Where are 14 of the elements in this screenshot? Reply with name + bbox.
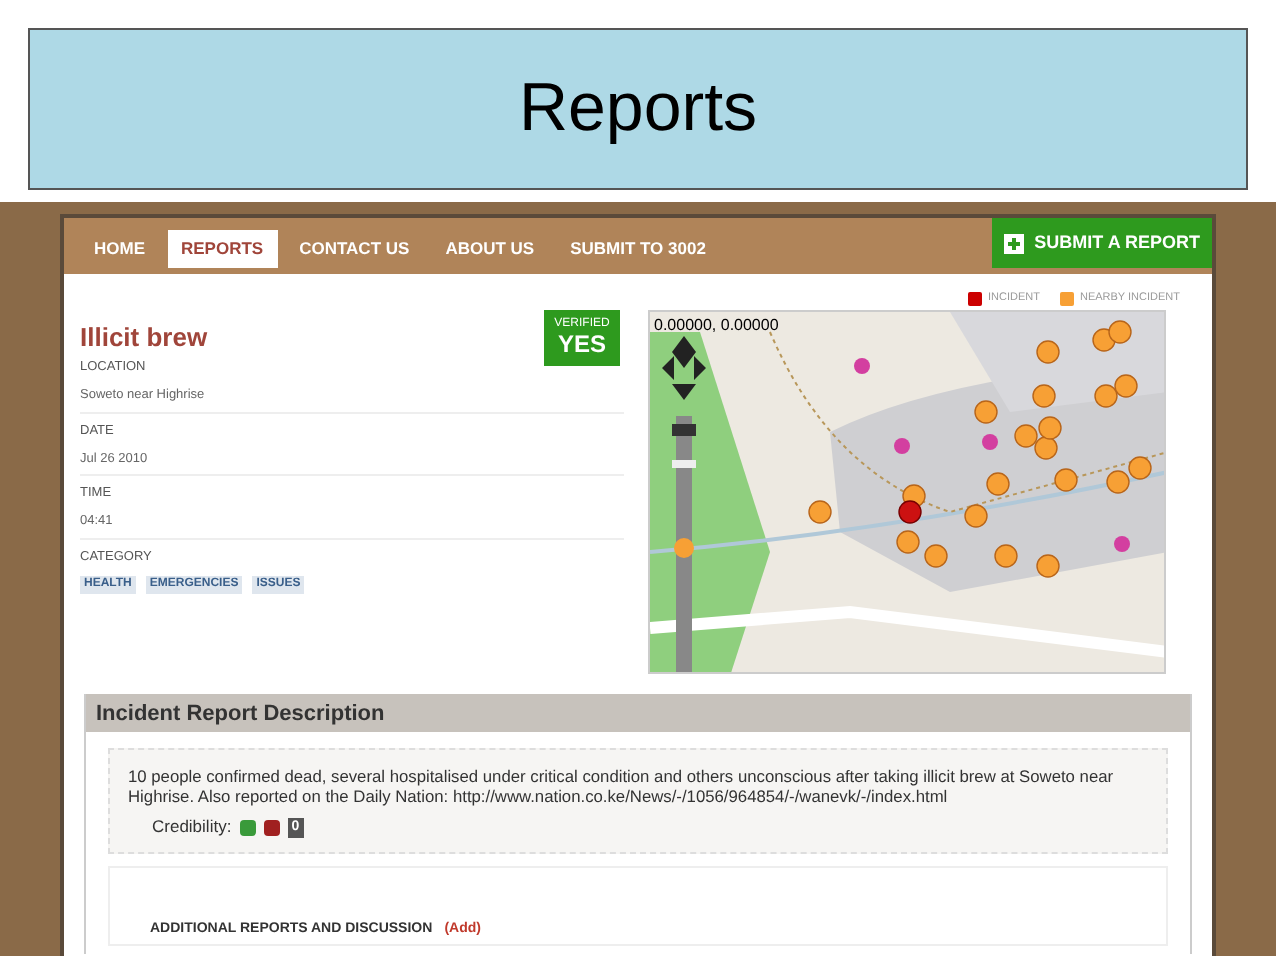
submit-report-button[interactable]: SUBMIT A REPORT: [992, 218, 1212, 268]
map-coordinates: 0.00000, 0.00000: [654, 314, 779, 339]
description-text: 10 people confirmed dead, several hospitalised under critical condition and others unconscious after taking illicit brew at Soweto near Highrise. Also reported on the Daily Nation: http://www.nation.co.ke/News/-/1056/964854/-/wanevk/-/index.html: [128, 766, 1116, 807]
report-title: Illicit brew: [80, 320, 208, 357]
nav-tab[interactable]: ABOUT US: [431, 230, 549, 268]
slide-title: Reports: [518, 68, 758, 150]
nav-tab[interactable]: SUBMIT TO 3002: [556, 230, 720, 268]
nav-tab[interactable]: HOME: [80, 230, 159, 268]
map-zoom-control[interactable]: [662, 336, 706, 673]
description-heading: Incident Report Description: [96, 699, 385, 729]
nav-tab[interactable]: REPORTS: [167, 230, 278, 268]
nav-tab[interactable]: CONTACT US: [285, 230, 424, 268]
plus-icon: [1004, 233, 1025, 253]
credibility-label: Credibility:: [152, 814, 232, 840]
